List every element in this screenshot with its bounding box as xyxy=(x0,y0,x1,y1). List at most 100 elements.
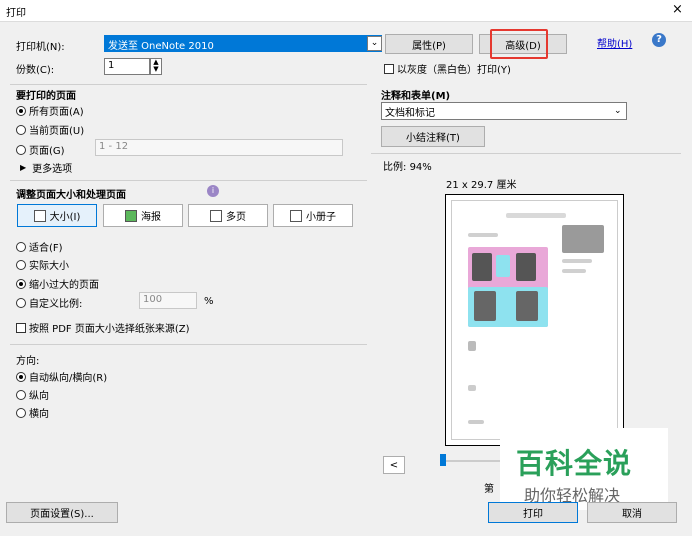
window-title: 打印 xyxy=(6,8,26,19)
paper-source-label: 按照 PDF 页面大小选择纸张来源(Z) xyxy=(29,324,190,335)
more-options[interactable]: ▶ 更多选项 xyxy=(20,160,72,175)
pages-current-label: 当前页面(U) xyxy=(29,126,85,137)
radio-actual[interactable] xyxy=(16,259,26,270)
pages-range-label: 页面(G) xyxy=(29,146,65,157)
grayscale-option[interactable]: 以灰度（黑白色）打印(Y) xyxy=(384,61,511,76)
preview-image xyxy=(562,225,604,253)
properties-button[interactable]: 属性(P) xyxy=(385,34,473,54)
comments-heading: 注释和表单(M) xyxy=(381,91,451,102)
orientation-auto-option[interactable]: 自动纵向/横向(R) xyxy=(16,369,107,384)
tab-multiple[interactable]: 多页 xyxy=(188,204,268,227)
preview-text xyxy=(562,259,592,263)
summarize-comments-button[interactable]: 小结注释(T) xyxy=(381,126,485,147)
chevron-down-icon[interactable]: ⌄ xyxy=(367,36,382,51)
size-icon xyxy=(33,209,46,222)
fit-option[interactable]: 适合(F) xyxy=(16,239,63,254)
paper-source-checkbox[interactable] xyxy=(16,322,26,333)
sizing-heading: 调整页面大小和处理页面 xyxy=(16,190,126,201)
preview-text xyxy=(468,420,484,424)
divider xyxy=(371,153,681,154)
pages-all-label: 所有页面(A) xyxy=(29,107,84,118)
comments-select[interactable]: 文档和标记 xyxy=(381,102,627,120)
pages-range-option[interactable]: 页面(G) xyxy=(16,142,65,157)
percent-label: % xyxy=(204,296,214,307)
comments-value: 文档和标记 xyxy=(385,108,435,119)
preview-image xyxy=(516,291,538,321)
poster-icon xyxy=(125,209,137,222)
prev-page-button[interactable]: < xyxy=(383,456,405,474)
tab-booklet[interactable]: 小册子 xyxy=(273,204,353,227)
custom-label: 自定义比例: xyxy=(29,299,83,310)
help-link[interactable]: 帮助(H) xyxy=(597,35,632,50)
printer-label: 打印机(N): xyxy=(16,42,65,53)
radio-auto[interactable] xyxy=(16,371,26,382)
preview-text xyxy=(468,341,476,351)
help-icon[interactable]: ? xyxy=(652,33,666,47)
radio-custom[interactable] xyxy=(16,297,26,308)
divider xyxy=(10,180,367,181)
radio-current[interactable] xyxy=(16,124,26,135)
preview-image xyxy=(496,255,510,277)
custom-scale-input[interactable]: 100 xyxy=(139,292,197,309)
shrink-option[interactable]: 缩小过大的页面 xyxy=(16,276,99,291)
grayscale-label: 以灰度（黑白色）打印(Y) xyxy=(397,65,511,76)
close-icon[interactable]: × xyxy=(672,2,683,17)
landscape-label: 横向 xyxy=(29,409,49,420)
page-indicator: 第 xyxy=(484,484,494,495)
scale-label: 比例: 94% xyxy=(383,158,432,173)
copies-stepper[interactable]: ▲ ▼ xyxy=(150,58,162,75)
paper-size-label: 21 x 29.7 厘米 xyxy=(446,180,517,191)
title-bar xyxy=(0,0,692,22)
radio-range[interactable] xyxy=(16,144,26,155)
orientation-portrait-option[interactable]: 纵向 xyxy=(16,387,49,402)
actual-size-option[interactable]: 实际大小 xyxy=(16,257,69,272)
auto-label: 自动纵向/横向(R) xyxy=(29,373,108,384)
print-button[interactable]: 打印 xyxy=(488,502,578,523)
divider xyxy=(10,344,367,345)
custom-scale-option[interactable]: 自定义比例: xyxy=(16,295,82,310)
radio-shrink[interactable] xyxy=(16,278,26,289)
preview-text xyxy=(562,269,586,273)
tab-multiple-label: 多页 xyxy=(226,212,246,223)
triangle-right-icon: ▶ xyxy=(20,163,27,172)
tab-booklet-label: 小册子 xyxy=(306,212,336,223)
radio-portrait[interactable] xyxy=(16,389,26,400)
pages-current-option[interactable]: 当前页面(U) xyxy=(16,122,84,137)
preview-image xyxy=(474,291,496,321)
pages-heading: 要打印的页面 xyxy=(16,91,76,102)
shrink-label: 缩小过大的页面 xyxy=(29,280,99,291)
actual-label: 实际大小 xyxy=(29,261,69,272)
watermark-title: 百科全说 xyxy=(516,447,633,480)
tab-poster[interactable]: 海报 xyxy=(103,204,183,227)
printer-value: 发送至 OneNote 2010 xyxy=(108,41,214,52)
radio-fit[interactable] xyxy=(16,241,26,252)
cancel-button[interactable]: 取消 xyxy=(587,502,677,523)
fit-label: 适合(F) xyxy=(29,243,63,254)
more-options-label: 更多选项 xyxy=(32,164,73,175)
highlight-box xyxy=(490,29,548,59)
multiple-pages-icon xyxy=(210,209,222,222)
copies-input[interactable]: 1 xyxy=(104,58,150,75)
info-icon[interactable]: i xyxy=(207,185,219,197)
scale-value: 94% xyxy=(409,162,432,173)
page-range-input[interactable]: 1 - 12 xyxy=(95,139,343,156)
divider xyxy=(10,84,367,85)
paper-source-option[interactable]: 按照 PDF 页面大小选择纸张来源(Z) xyxy=(16,320,190,335)
radio-landscape[interactable] xyxy=(16,407,26,418)
portrait-label: 纵向 xyxy=(29,391,49,402)
chevron-down-icon: ⌄ xyxy=(614,106,622,116)
tab-size[interactable]: 大小(I) xyxy=(17,204,97,227)
orientation-landscape-option[interactable]: 横向 xyxy=(16,405,49,420)
pages-all-option[interactable]: 所有页面(A) xyxy=(16,103,84,118)
scale-label-text: 比例: xyxy=(383,162,407,173)
printer-select[interactable]: 发送至 OneNote 2010 xyxy=(104,35,382,52)
preview-text xyxy=(468,385,476,391)
watermark: 百科全说 助你轻松解决 xyxy=(500,428,668,510)
slider-track xyxy=(446,460,506,462)
page-setup-button[interactable]: 页面设置(S)... xyxy=(6,502,118,523)
print-preview xyxy=(445,194,624,446)
tab-poster-label: 海报 xyxy=(141,212,161,223)
booklet-icon xyxy=(290,209,302,222)
grayscale-checkbox[interactable] xyxy=(384,63,394,74)
radio-all[interactable] xyxy=(16,105,26,116)
